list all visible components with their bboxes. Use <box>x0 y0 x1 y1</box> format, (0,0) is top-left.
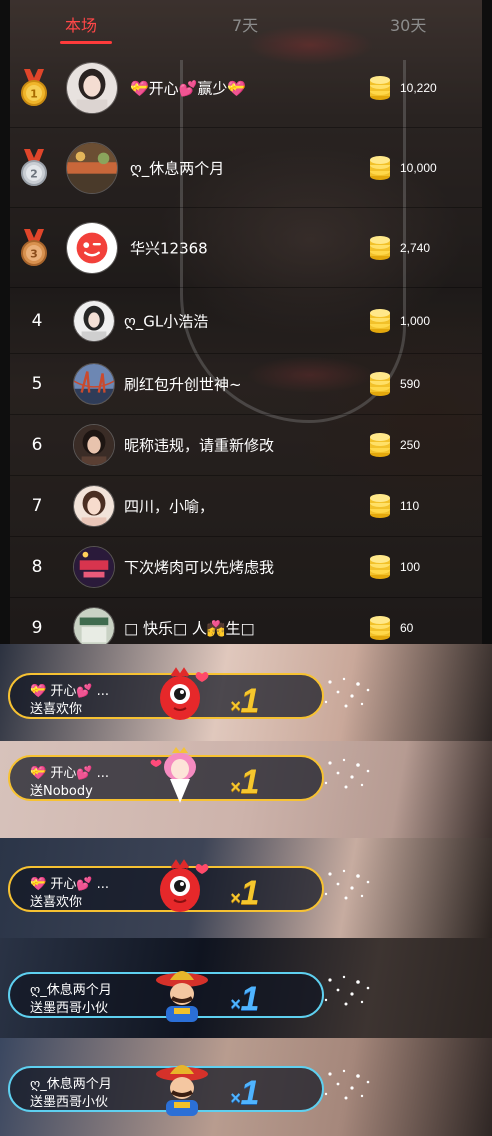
avatar[interactable] <box>66 221 118 274</box>
period-tabs: 本场 7天 30天 <box>10 0 482 48</box>
ranking-nickname: 华兴12368 <box>130 239 208 257</box>
ranking-nickname: ღ_GL小浩浩 <box>124 312 209 330</box>
gift-banner: 💝 开心💕 ... 送喜欢你 ×1 <box>0 838 492 938</box>
gift-sender: 💝 开心💕 ... <box>30 684 110 699</box>
rank-number: 9 <box>31 617 43 638</box>
coin-amount: 10,220 <box>400 80 437 95</box>
active-tab-indicator <box>60 41 112 44</box>
live-room-page: 本场 7天 30天 1 💝开心💕赢少💝 10,220 2 ღ_休息两个月 10,… <box>0 0 492 1136</box>
gift-sender: 💝 开心💕 ... <box>30 877 110 892</box>
coin-stack-icon <box>370 615 390 640</box>
gift-sender: ღ_休息两个月 <box>30 1077 112 1092</box>
svg-text:3: 3 <box>30 247 38 260</box>
avatar[interactable] <box>73 546 115 588</box>
tab-7-days[interactable]: 7天 <box>232 12 258 36</box>
sparkle-stars-icon <box>324 758 370 789</box>
mexican-guy-icon <box>156 971 208 1022</box>
tab-current-session[interactable]: 本场 <box>65 12 97 36</box>
ranking-nickname: 刷红包升创世神~ <box>124 375 242 394</box>
coin-stack-icon <box>370 555 390 579</box>
ranking-row[interactable]: 9 □ 快乐□ 人💏生□ 60 <box>10 598 482 644</box>
sparkle-stars-icon <box>324 869 370 900</box>
coin-amount: 110 <box>400 499 420 513</box>
silver-medal-icon: 2 <box>21 148 47 186</box>
coin-amount: 2,740 <box>400 240 431 255</box>
combo-counter: ×1 <box>230 980 260 1018</box>
gift-sender: 💝 开心💕 ... <box>30 766 110 781</box>
svg-text:2: 2 <box>30 167 38 180</box>
avatar[interactable] <box>73 424 115 466</box>
coin-stack-icon <box>370 235 390 260</box>
coin-stack-icon <box>370 155 390 180</box>
gift-banner: 💝 开心💕 ... 送Nobody ×1 <box>0 741 492 838</box>
gift-notifications: 💝 开心💕 ... 送喜欢你 ×1 💝 开心💕 ... 送Nobody ×1 💝… <box>0 644 492 1136</box>
avatar[interactable] <box>73 485 115 527</box>
svg-text:1: 1 <box>30 87 38 100</box>
bronze-medal-icon: 3 <box>21 228 47 266</box>
gift-action: 送Nobody <box>30 784 93 799</box>
ranking-row[interactable]: 2 ღ_休息两个月 10,000 <box>10 128 482 208</box>
ranking-row[interactable]: 4 ღ_GL小浩浩 1,000 <box>10 288 482 354</box>
ranking-row[interactable]: 1 💝开心💕赢少💝 10,220 <box>10 48 482 128</box>
avatar[interactable] <box>66 141 118 194</box>
avatar[interactable] <box>73 299 115 342</box>
combo-counter: ×1 <box>230 874 260 912</box>
rank-number: 4 <box>31 310 43 331</box>
ranking-list: 1 💝开心💕赢少💝 10,220 2 ღ_休息两个月 10,000 3 华兴12… <box>10 48 482 644</box>
pink-princess-icon <box>150 747 196 803</box>
ranking-row[interactable]: 5 刷红包升创世神~ 590 <box>10 354 482 415</box>
coin-amount: 60 <box>400 620 414 635</box>
gold-medal-icon: 1 <box>21 68 47 106</box>
rank-number: 5 <box>31 374 43 394</box>
avatar[interactable] <box>73 606 115 644</box>
gift-sender: ღ_休息两个月 <box>30 983 112 998</box>
coin-amount: 10,000 <box>400 160 437 175</box>
red-monster-icon <box>160 859 209 912</box>
coin-stack-icon <box>370 308 390 333</box>
avatar[interactable] <box>73 363 115 405</box>
ranking-nickname: □ 快乐□ 人💏生□ <box>124 619 255 637</box>
coin-amount: 1,000 <box>400 313 431 328</box>
sparkle-stars-icon <box>324 1069 370 1100</box>
coin-stack-icon <box>370 75 390 100</box>
tab-30-days[interactable]: 30天 <box>390 12 426 36</box>
sparkle-stars-icon <box>324 975 370 1006</box>
gift-banner: ღ_休息两个月 送墨西哥小伙 ×1 <box>0 938 492 1038</box>
ranking-nickname: 昵称违规，请重新修改 <box>124 436 275 455</box>
ranking-nickname: 四川，小喻， <box>124 497 215 516</box>
ranking-nickname: ღ_休息两个月 <box>130 159 225 177</box>
coin-stack-icon <box>370 433 390 457</box>
gift-banner: ღ_休息两个月 送墨西哥小伙 ×1 <box>0 1038 492 1136</box>
contribution-leaderboard: 本场 7天 30天 1 💝开心💕赢少💝 10,220 2 ღ_休息两个月 10,… <box>10 0 482 644</box>
gift-action: 送墨西哥小伙 <box>30 1001 109 1016</box>
coin-amount: 100 <box>400 560 421 574</box>
combo-counter: ×1 <box>230 763 260 801</box>
coin-amount: 590 <box>400 377 421 391</box>
gift-action: 送墨西哥小伙 <box>30 1095 109 1110</box>
rank-number: 7 <box>31 496 43 516</box>
rank-number: 8 <box>31 557 43 577</box>
gift-action: 送喜欢你 <box>30 895 83 910</box>
gift-banner: 💝 开心💕 ... 送喜欢你 ×1 <box>0 644 492 741</box>
avatar[interactable] <box>66 61 118 114</box>
combo-counter: ×1 <box>230 682 260 720</box>
ranking-nickname: 💝开心💕赢少💝 <box>130 79 247 97</box>
combo-counter: ×1 <box>230 1074 260 1112</box>
ranking-row[interactable]: 7 四川，小喻， 110 <box>10 476 482 537</box>
ranking-row[interactable]: 6 昵称违规，请重新修改 250 <box>10 415 482 476</box>
gift-action: 送喜欢你 <box>30 702 83 717</box>
rank-number: 6 <box>31 435 43 455</box>
ranking-row[interactable]: 3 华兴12368 2,740 <box>10 208 482 288</box>
ranking-row[interactable]: 8 下次烤肉可以先烤虑我 100 <box>10 537 482 598</box>
ranking-nickname: 下次烤肉可以先烤虑我 <box>124 558 275 577</box>
coin-stack-icon <box>370 494 390 518</box>
red-monster-icon <box>160 667 209 720</box>
coin-stack-icon <box>370 372 390 396</box>
sparkle-stars-icon <box>324 677 370 708</box>
mexican-guy-icon <box>156 1065 208 1116</box>
coin-amount: 250 <box>400 438 421 452</box>
